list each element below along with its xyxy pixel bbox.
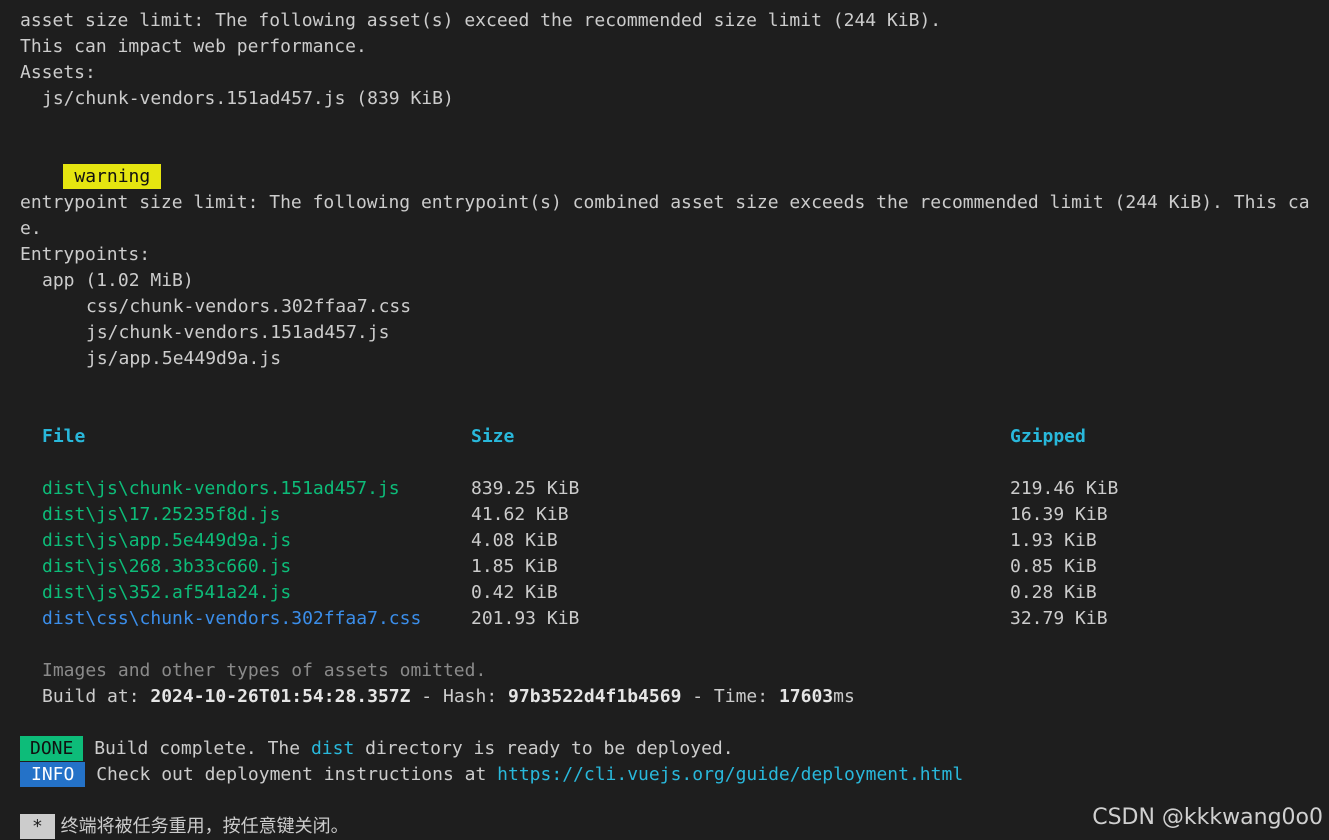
entrypoint-limit-line: entrypoint size limit: The following ent… (20, 192, 1310, 213)
row-file: dist\js\352.af541a24.js (42, 582, 292, 603)
row-gzipped: 32.79 KiB (1010, 608, 1108, 629)
header-size: Size (471, 426, 515, 447)
row-size: 1.85 KiB (471, 556, 558, 577)
done-text-after: directory is ready to be deployed. (354, 738, 734, 759)
row-gzipped: 16.39 KiB (1010, 504, 1108, 525)
build-at-label: Build at: (42, 686, 151, 707)
build-at-value: 2024-10-26T01:54:28.357Z (150, 686, 411, 707)
entrypoint-file: css/chunk-vendors.302ffaa7.css (86, 296, 412, 317)
row-gzipped: 0.85 KiB (1010, 556, 1097, 577)
header-file: File (42, 426, 86, 447)
task-reuse-line: * 终端将被任务重用，按任意键关闭。 (20, 814, 349, 840)
row-size: 41.62 KiB (471, 504, 569, 525)
warning-badge: warning (63, 164, 162, 189)
row-size: 201.93 KiB (471, 608, 580, 629)
row-file: dist\js\chunk-vendors.151ad457.js (42, 478, 400, 499)
time-label: - Time: (681, 686, 779, 707)
header-gzipped: Gzipped (1010, 426, 1086, 447)
row-file: dist\js\app.5e449d9a.js (42, 530, 292, 551)
time-unit: ms (833, 686, 855, 707)
entrypoint-app: app (1.02 MiB) (42, 270, 194, 291)
omitted-note: Images and other types of assets omitted… (42, 660, 487, 681)
row-size: 0.42 KiB (471, 582, 558, 603)
row-file: dist\css\chunk-vendors.302ffaa7.css (42, 608, 422, 629)
info-badge: INFO (20, 762, 86, 787)
warning-line: warning (20, 138, 162, 189)
entrypoint-limit-wrap: e. (20, 218, 42, 239)
row-size: 4.08 KiB (471, 530, 558, 551)
entrypoints-label: Entrypoints: (20, 244, 151, 265)
done-line: DONE Build complete. The dist directory … (20, 736, 734, 762)
hash-value: 97b3522d4f1b4569 (508, 686, 682, 707)
assets-label: Assets: (20, 62, 96, 83)
entrypoint-file: js/chunk-vendors.151ad457.js (86, 322, 390, 343)
asset-limit-line: asset size limit: The following asset(s)… (20, 10, 942, 31)
info-text: Check out deployment instructions at (85, 764, 498, 785)
entrypoint-file: js/app.5e449d9a.js (86, 348, 282, 369)
row-size: 839.25 KiB (471, 478, 580, 499)
terminal-panel[interactable]: asset size limit: The following asset(s)… (0, 0, 1329, 840)
row-file: dist\js\17.25235f8d.js (42, 504, 281, 525)
info-line: INFO Check out deployment instructions a… (20, 762, 963, 788)
dist-dir-label: dist (310, 738, 355, 759)
star-badge: * (20, 814, 55, 839)
row-file: dist\js\268.3b33c660.js (42, 556, 292, 577)
asset-item: js/chunk-vendors.151ad457.js (839 KiB) (42, 88, 454, 109)
task-reuse-message: 终端将被任务重用，按任意键关闭。 (54, 816, 349, 837)
row-gzipped: 1.93 KiB (1010, 530, 1097, 551)
time-value: 17603 (778, 686, 834, 707)
hash-label: - Hash: (410, 686, 509, 707)
build-info-line: Build at: 2024-10-26T01:54:28.357Z - Has… (42, 684, 855, 710)
row-gzipped: 219.46 KiB (1010, 478, 1119, 499)
done-badge: DONE (20, 736, 84, 761)
done-text-before: Build complete. The (83, 738, 311, 759)
asset-perf-line: This can impact web performance. (20, 36, 367, 57)
row-gzipped: 0.28 KiB (1010, 582, 1097, 603)
watermark: CSDN @kkkwang0o0 (1092, 805, 1323, 830)
deployment-link[interactable]: https://cli.vuejs.org/guide/deployment.h… (497, 764, 963, 785)
